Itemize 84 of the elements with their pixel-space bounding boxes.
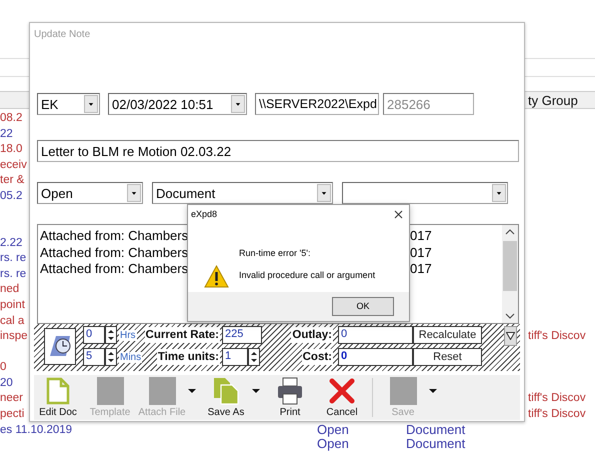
date-dropdown[interactable]: 02/03/2022 10:51	[108, 93, 247, 115]
minutes-unit: Mins	[119, 352, 142, 362]
spinner-icon[interactable]	[105, 326, 117, 344]
triangle-icon	[506, 332, 515, 340]
list-cell: 05.2	[0, 190, 22, 202]
cost-field[interactable]: 0	[338, 348, 413, 366]
author-dropdown[interactable]: EK	[37, 93, 100, 115]
toolbar-button[interactable]: Cancel	[318, 375, 366, 420]
recalculate-button[interactable]: Recalculate	[413, 326, 482, 344]
list-cell: rs. re	[0, 252, 26, 264]
list-cell: 2.22	[0, 236, 22, 249]
document-icon	[45, 377, 71, 405]
list-cell: 18.0	[0, 143, 22, 156]
list-cell: 0	[0, 361, 6, 374]
units-label: Time units:	[156, 349, 220, 365]
attachment-line: 017	[410, 261, 432, 278]
copy-icon	[213, 377, 239, 405]
outlay-field[interactable]: 0	[338, 326, 413, 344]
cross-icon	[328, 377, 356, 405]
blank-icon	[96, 377, 124, 405]
list-cell: 22	[0, 128, 13, 140]
error-detail: Invalid procedure call or argument	[239, 270, 376, 280]
list-cell: pecti	[0, 408, 24, 420]
error-message: Run-time error '5':	[239, 248, 312, 258]
list-cell: inspe	[0, 330, 28, 342]
list-cell: 08.2	[0, 112, 22, 124]
timer-icon[interactable]	[44, 328, 76, 365]
outlay-label: Outlay:	[291, 327, 333, 343]
list-cell: 20	[0, 376, 13, 389]
list-cell: rs. re	[0, 268, 26, 280]
number-field[interactable]: 285266	[383, 93, 474, 115]
column-header[interactable]: ty Group	[528, 92, 578, 108]
status-dropdown[interactable]: Open	[37, 182, 143, 204]
list-cell: tiff's Discov	[528, 330, 586, 342]
blank-icon	[390, 377, 416, 405]
list-cell: es 11.10.2019	[0, 424, 72, 436]
list-cell: eceiv	[0, 158, 27, 171]
reset-button[interactable]: Reset	[413, 348, 482, 366]
cost-label: Cost:	[302, 349, 333, 365]
description-field[interactable]: Letter to BLM re Motion 02.03.22	[37, 140, 519, 162]
spinner-icon[interactable]	[248, 348, 260, 366]
attachment-line: Attached from: Chambers	[40, 228, 188, 244]
close-icon[interactable]	[394, 210, 403, 219]
list-cell: ter &	[0, 174, 24, 186]
scrollbar[interactable]	[502, 225, 518, 323]
list-cell: neer	[0, 392, 24, 404]
hours-unit: Hrs	[119, 330, 137, 340]
toolbar-button[interactable]: Edit Doc	[34, 375, 82, 420]
warning-icon	[204, 264, 229, 288]
caret-icon	[127, 184, 141, 202]
window-title: Update Note	[34, 28, 90, 42]
toolbar-button[interactable]: Print	[266, 375, 314, 420]
category-dropdown[interactable]	[342, 182, 508, 204]
caret-icon	[84, 95, 98, 113]
attachment-line: Attached from: Chambers	[40, 244, 188, 261]
list-cell: Open	[317, 422, 349, 437]
type-dropdown[interactable]: Document	[152, 182, 333, 204]
hours-field[interactable]: 0	[83, 326, 105, 344]
ok-button[interactable]: OK	[332, 296, 394, 316]
rate-label: Current Rate:	[144, 327, 220, 343]
printer-icon	[277, 377, 303, 405]
list-cell: Open	[317, 436, 349, 452]
list-cell: ned	[0, 283, 20, 296]
caret-icon	[231, 95, 245, 113]
dialog-title: eXpd8	[191, 209, 218, 220]
units-field[interactable]: 1	[222, 348, 248, 366]
blank-icon	[148, 377, 176, 405]
list-cell: cal a	[0, 314, 24, 327]
list-cell: tiff's Discov	[528, 392, 586, 404]
attachment-line: 017	[410, 228, 432, 244]
spinner-icon[interactable]	[105, 348, 117, 366]
rate-field[interactable]: 225	[222, 326, 262, 344]
caret-icon	[317, 184, 331, 202]
path-field[interactable]: \\SERVER2022\Expd	[255, 93, 379, 115]
minutes-field[interactable]: 5	[83, 348, 105, 366]
expand-button[interactable]	[504, 326, 517, 346]
toolbar-button[interactable]: Save As	[202, 375, 262, 420]
attachment-line: 017	[410, 244, 432, 261]
list-cell: point	[0, 298, 25, 311]
attachment-line: Attached from: Chambers	[40, 261, 188, 278]
list-cell: tiff's Discov	[528, 408, 586, 420]
caret-icon	[492, 184, 506, 202]
list-cell: Document	[406, 436, 466, 452]
list-cell: Document	[406, 422, 466, 437]
